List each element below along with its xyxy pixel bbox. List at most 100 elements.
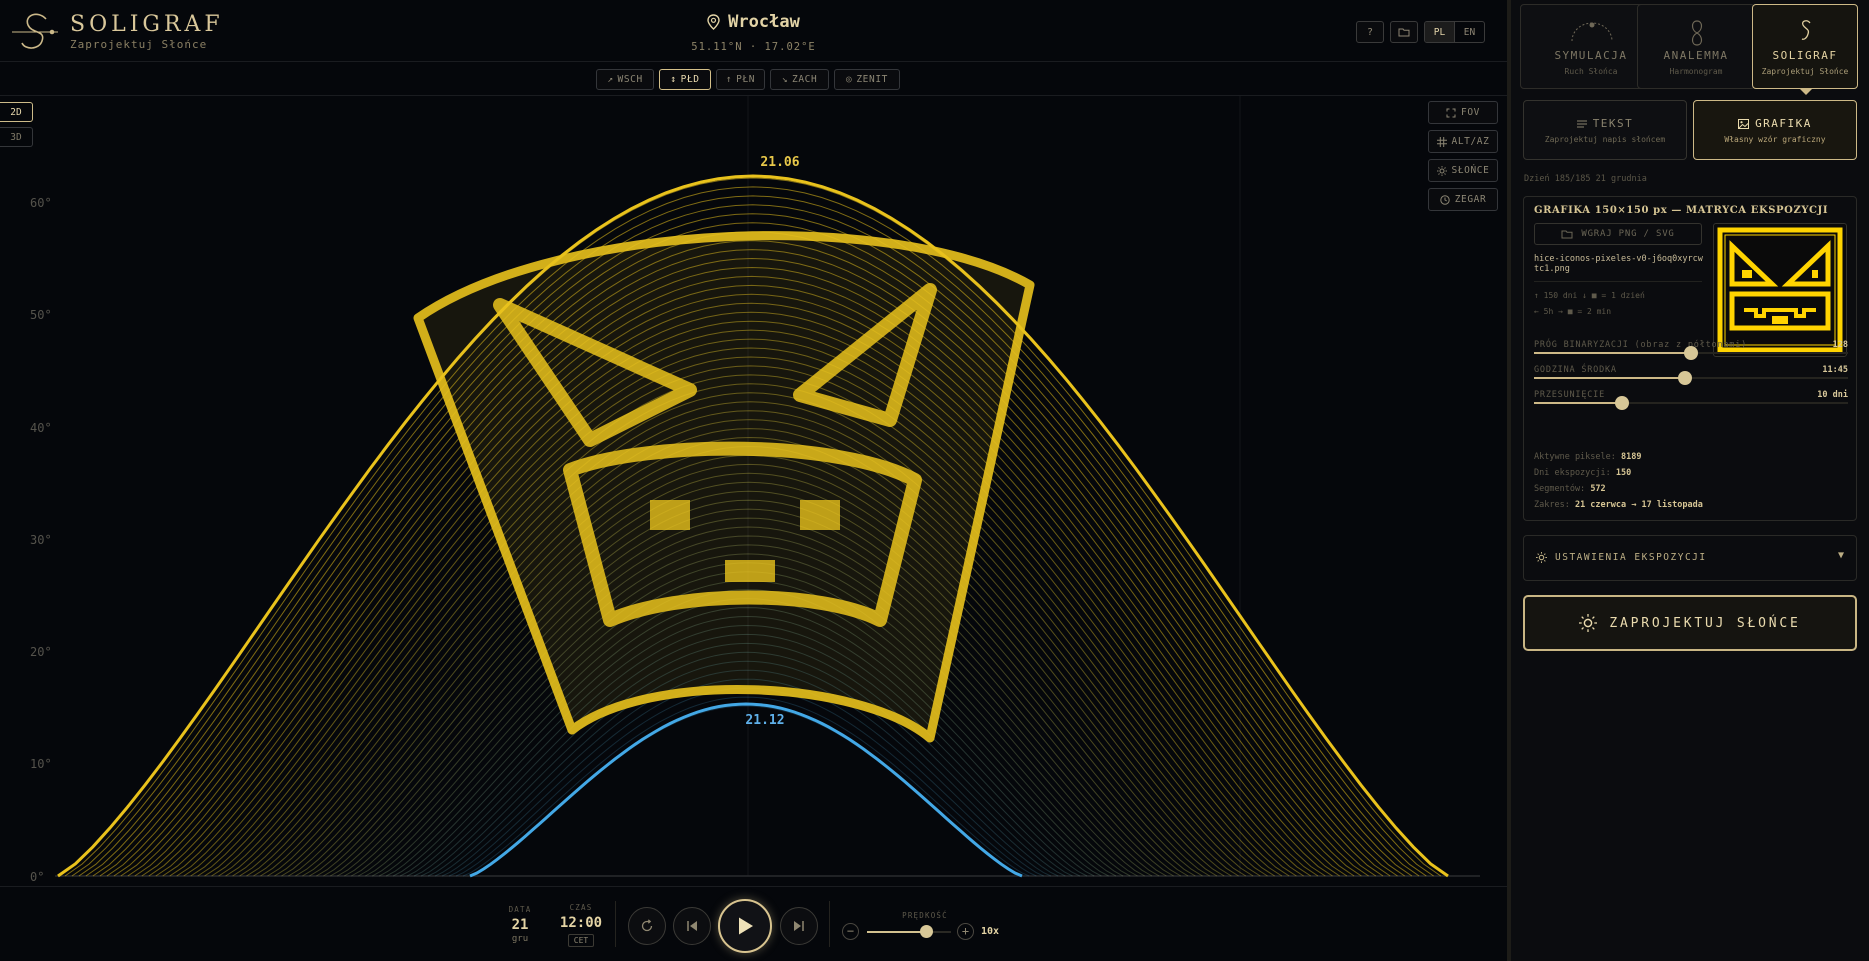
slider-track[interactable] bbox=[1534, 371, 1848, 385]
top-bar: SOLIGRAF Zaprojektuj Słońce Wrocław 51.1… bbox=[0, 0, 1507, 62]
direction-west-button[interactable]: ↘ ZACH bbox=[770, 69, 829, 90]
sun-path-line bbox=[469, 705, 1023, 877]
play-icon bbox=[739, 917, 753, 935]
skip-back-button[interactable] bbox=[673, 907, 711, 945]
upload-button[interactable]: WGRAJ PNG / SVG bbox=[1534, 223, 1702, 245]
language-en-button[interactable]: EN bbox=[1455, 22, 1484, 42]
slider-track[interactable] bbox=[1534, 346, 1848, 360]
mode-title: ANALEMMA bbox=[1663, 49, 1729, 62]
chevron-down-icon: ▼ bbox=[1837, 550, 1844, 561]
stat-exposure-days: Dni ekspozycji: 150 bbox=[1534, 468, 1631, 478]
slider-track[interactable] bbox=[1534, 396, 1848, 410]
sun-label: SŁOŃCE bbox=[1451, 165, 1490, 176]
skip-forward-button[interactable] bbox=[780, 907, 818, 945]
clock-icon bbox=[1439, 194, 1450, 205]
slider-value: 10 dni bbox=[1817, 390, 1848, 400]
text-lines-icon bbox=[1576, 120, 1587, 127]
help-button[interactable]: ? bbox=[1356, 21, 1384, 43]
fov-toggle[interactable]: FOV bbox=[1428, 101, 1498, 124]
slider-value: 11:45 bbox=[1822, 365, 1848, 375]
location-title[interactable]: Wrocław bbox=[707, 12, 800, 32]
mode-title: SOLIGRAF bbox=[1772, 49, 1838, 62]
fov-label: FOV bbox=[1461, 107, 1480, 118]
slider-knob[interactable] bbox=[1677, 371, 1692, 385]
summer-solstice-label: 21.06 bbox=[760, 155, 800, 170]
y-tick-label: 50° bbox=[30, 308, 52, 322]
mode-analemma[interactable]: ANALEMMA Harmonogram bbox=[1637, 4, 1755, 89]
pixel-face-icon bbox=[1717, 227, 1843, 353]
mode-soligraf[interactable]: SOLIGRAF Zaprojektuj Słońce bbox=[1752, 4, 1858, 95]
reset-button[interactable] bbox=[628, 907, 666, 945]
analemma-icon bbox=[1691, 20, 1703, 46]
stat-range: Zakres: 21 czerwca → 17 listopada bbox=[1534, 500, 1703, 510]
language-pl-button[interactable]: PL bbox=[1425, 22, 1455, 42]
location-name: Wrocław bbox=[728, 12, 800, 32]
submode-text[interactable]: TEKST Zaprojektuj napis słońcem bbox=[1523, 100, 1687, 160]
folder-icon bbox=[1398, 28, 1410, 37]
divider bbox=[829, 901, 830, 947]
speed-decrease-button[interactable]: − bbox=[842, 923, 859, 940]
view-3d-button[interactable]: 3D bbox=[0, 127, 33, 147]
direction-east-button[interactable]: ↗ WSCH bbox=[596, 69, 654, 90]
sun-icon bbox=[1579, 614, 1598, 632]
direction-label: ZENIT bbox=[856, 74, 888, 85]
exposure-settings-accordion[interactable]: USTAWIENIA EKSPOZYCJI ▼ bbox=[1523, 535, 1857, 581]
timezone-badge[interactable]: CET bbox=[568, 934, 594, 947]
stat-label: Aktywne piksele: bbox=[1534, 452, 1616, 462]
direction-zenith-button[interactable]: ◎ ZENIT bbox=[834, 69, 900, 90]
mode-subtitle: Zaprojektuj Słońce bbox=[1761, 67, 1849, 76]
clock-toggle[interactable]: ZEGAR bbox=[1428, 188, 1498, 211]
view-2d-button[interactable]: 2D bbox=[0, 102, 33, 122]
sun-arc-icon bbox=[1571, 22, 1613, 42]
winter-solstice-path bbox=[469, 702, 1023, 878]
speed-value: 10x bbox=[981, 926, 1000, 937]
play-button[interactable] bbox=[718, 899, 772, 953]
altaz-toggle[interactable]: ALT/AZ bbox=[1428, 130, 1498, 153]
submode-graphic[interactable]: GRAFIKA Własny wzór graficzny bbox=[1693, 100, 1857, 160]
stat-active-pixels: Aktywne piksele: 8189 bbox=[1534, 452, 1642, 462]
y-tick-label: 40° bbox=[30, 421, 52, 435]
divider bbox=[1534, 281, 1702, 282]
direction-south-button[interactable]: ↕ PŁD bbox=[659, 69, 711, 90]
main-view: SOLIGRAF Zaprojektuj Słońce Wrocław 51.1… bbox=[0, 0, 1507, 961]
y-tick-label: 0° bbox=[30, 870, 45, 884]
sun-toggle[interactable]: SŁOŃCE bbox=[1428, 159, 1498, 182]
skip-back-icon bbox=[687, 921, 697, 931]
slider-label: PRZESUNIĘCIE bbox=[1534, 390, 1606, 400]
playback-bar: DATA 21 gru CZAS 12:00 CET PRĘDKOŚĆ − + bbox=[0, 886, 1507, 961]
slider-knob[interactable] bbox=[1684, 346, 1698, 360]
stat-segments: Segmentów: 572 bbox=[1534, 484, 1606, 494]
clock-label: ZEGAR bbox=[1454, 194, 1487, 205]
direction-label: ZACH bbox=[792, 74, 818, 85]
slider-value: 128 bbox=[1832, 340, 1848, 350]
map-pin-icon bbox=[707, 14, 720, 30]
submode-subtitle: Zaprojektuj napis słońcem bbox=[1544, 135, 1666, 144]
active-indicator-icon bbox=[1800, 89, 1812, 95]
legend-days: ↑ 150 dni ↓ ■ = 1 dzień bbox=[1534, 291, 1645, 300]
speed-increase-button[interactable]: + bbox=[957, 923, 974, 940]
slider-knob[interactable] bbox=[1614, 396, 1629, 410]
stat-value: 8189 bbox=[1621, 452, 1642, 462]
open-folder-button[interactable] bbox=[1390, 21, 1418, 43]
slider-label: GODZINA ŚRODKA bbox=[1534, 365, 1617, 375]
sky-chart[interactable] bbox=[0, 0, 1507, 886]
speed-slider-knob[interactable] bbox=[919, 925, 933, 938]
stat-value: 21 czerwca → 17 listopada bbox=[1574, 500, 1703, 510]
arrow-up-icon: ↑ bbox=[725, 74, 733, 85]
divider bbox=[615, 901, 616, 947]
slider-label: PRÓG BINARYZACJI (obraz z półtonami) bbox=[1534, 340, 1748, 350]
image-icon bbox=[1738, 118, 1750, 129]
design-sun-button[interactable]: ZAPROJEKTUJ SŁOŃCE bbox=[1523, 595, 1857, 651]
folder-icon bbox=[1561, 230, 1573, 239]
direction-north-button[interactable]: ↑ PŁN bbox=[716, 69, 765, 90]
arrow-ne-icon: ↗ bbox=[607, 74, 614, 85]
date-label: DATA bbox=[508, 905, 532, 914]
y-tick-label: 60° bbox=[30, 196, 52, 210]
winter-solstice-label: 21.12 bbox=[745, 713, 785, 728]
stat-value: 150 bbox=[1615, 468, 1632, 478]
speed-slider[interactable] bbox=[867, 925, 951, 938]
target-icon: ◎ bbox=[846, 74, 853, 85]
help-label: ? bbox=[1366, 26, 1374, 38]
sun-icon bbox=[1536, 552, 1547, 563]
date-display: DATA 21 gru bbox=[500, 905, 540, 944]
